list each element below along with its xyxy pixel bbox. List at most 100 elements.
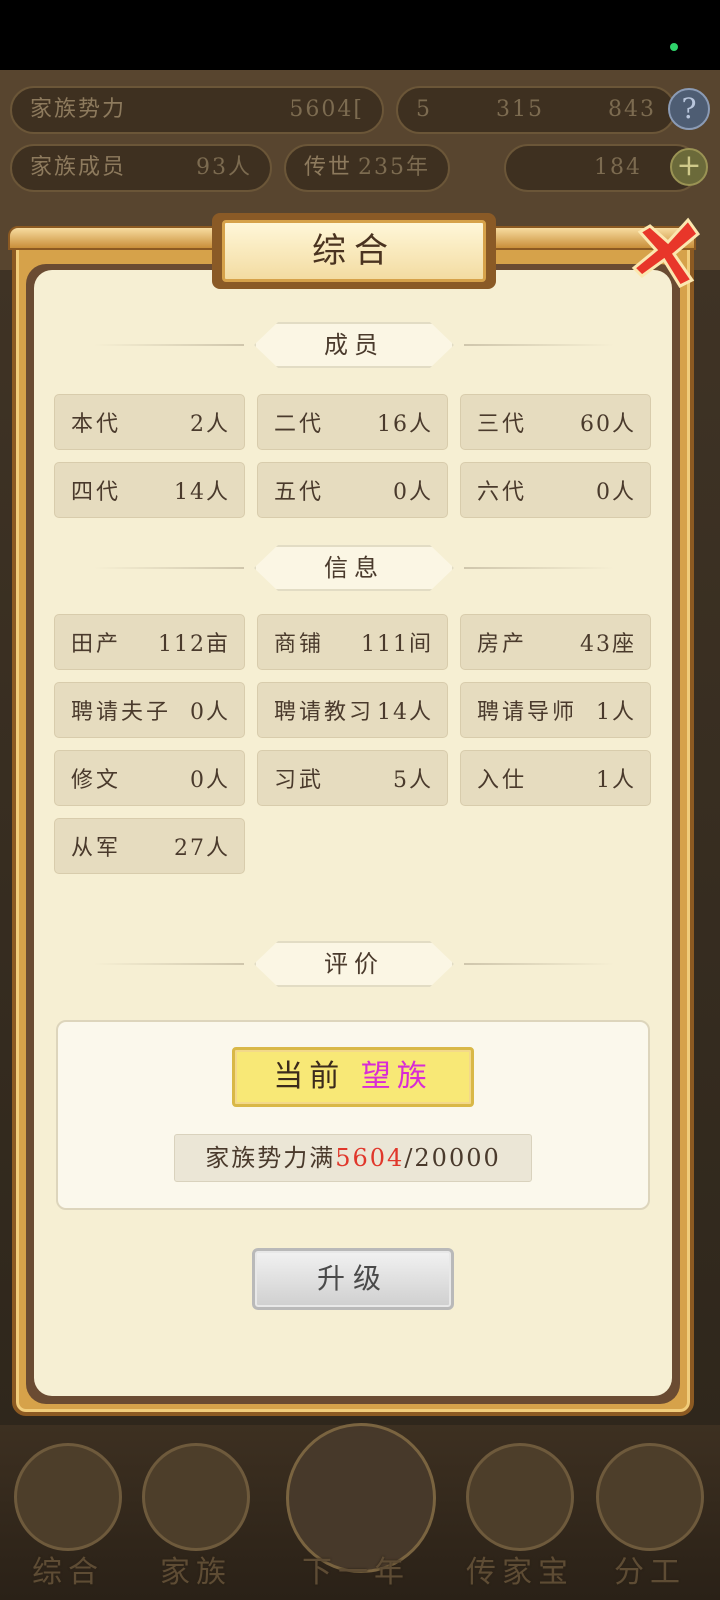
bg-currency: 5 315 843: [396, 86, 676, 134]
stat-label: 五代: [274, 480, 325, 505]
info-stat: 田产 112亩: [54, 614, 245, 670]
question-icon[interactable]: ?: [668, 88, 710, 130]
stat-value: 27人: [174, 836, 230, 861]
notification-dot-icon: [670, 43, 678, 51]
section-header-evaluation: 评价: [94, 941, 614, 987]
nav-item-heirloom[interactable]: 传家宝: [460, 1443, 580, 1593]
info-stat: 商铺 111间: [257, 614, 448, 670]
dialog-wing-left: [8, 226, 228, 250]
info-stat: 聘请教习 14人: [257, 682, 448, 738]
info-stat: 入仕 1人: [460, 750, 651, 806]
stat-value: 14人: [377, 700, 433, 725]
nav-item-overview[interactable]: 综合: [8, 1443, 128, 1593]
info-stat: 聘请夫子 0人: [54, 682, 245, 738]
bg-members-stat: 家族成员 93人: [10, 144, 272, 192]
stat-value: 111间: [361, 632, 433, 657]
section-header-members: 成员: [94, 322, 614, 368]
info-stat: 习武 5人: [257, 750, 448, 806]
bg-years-label: 传世: [304, 155, 353, 180]
stat-label: 聘请导师: [477, 700, 578, 725]
info-stat: 修文 0人: [54, 750, 245, 806]
plus-icon[interactable]: +: [670, 148, 708, 186]
stat-value: 0人: [190, 700, 230, 725]
bg-power-value: 5604[: [289, 97, 364, 122]
stat-label: 三代: [477, 412, 528, 437]
current-rank-label: 当前: [273, 1059, 346, 1094]
divider-line: [464, 567, 614, 569]
person-icon: [596, 1443, 704, 1551]
stat-label: 田产: [71, 632, 122, 657]
stat-label: 商铺: [274, 632, 325, 657]
power-label: 家族势力满: [205, 1144, 336, 1172]
stat-label: 聘请教习: [274, 700, 375, 725]
stat-label: 本代: [71, 412, 122, 437]
stat-value: 5人: [393, 768, 433, 793]
divider-line: [94, 567, 244, 569]
member-stat: 五代 0人: [257, 462, 448, 518]
divider-line: [464, 963, 614, 965]
bg-members-label: 家族成员: [30, 155, 127, 180]
bg-years-stat: 传世 235年: [284, 144, 450, 192]
info-stat: 聘请导师 1人: [460, 682, 651, 738]
close-button[interactable]: [628, 214, 704, 290]
divider-line: [94, 344, 244, 346]
stat-label: 聘请夫子: [71, 700, 172, 725]
nav-item-next-year[interactable]: 下一年: [286, 1423, 436, 1593]
stat-label: 四代: [71, 480, 122, 505]
bg-currency-1: 5: [416, 97, 432, 122]
current-rank-name: 望族: [360, 1059, 433, 1094]
info-stat: 房产 43座: [460, 614, 651, 670]
dialog-title: 综合: [222, 220, 486, 282]
close-icon: [631, 217, 701, 288]
stat-value: 1人: [596, 700, 636, 725]
nav-label-next-year: 下一年: [302, 1555, 410, 1590]
house-icon: [142, 1443, 250, 1551]
bg-currency-2: 315: [496, 97, 544, 122]
bottom-nav: 综合 家族 下一年 传家宝 分工: [0, 1423, 720, 1600]
section-title-evaluation: 评价: [254, 941, 454, 987]
bg-members-value: 93人: [196, 155, 252, 180]
bg-years-value: 235年: [358, 155, 430, 180]
stat-label: 习武: [274, 768, 325, 793]
nav-item-family[interactable]: 家族: [136, 1443, 256, 1593]
current-rank-badge: 当前 望族: [232, 1047, 474, 1107]
stat-value: 0人: [190, 768, 230, 793]
stat-value: 0人: [596, 480, 636, 505]
member-stat: 四代 14人: [54, 462, 245, 518]
member-stat: 六代 0人: [460, 462, 651, 518]
stat-label: 入仕: [477, 768, 528, 793]
scroll-icon: [14, 1443, 122, 1551]
power-progress: 家族势力满5604/20000: [174, 1134, 532, 1182]
stat-label: 修文: [71, 768, 122, 793]
member-stat: 三代 60人: [460, 394, 651, 450]
upgrade-button[interactable]: 升级: [252, 1248, 454, 1310]
divider-line: [464, 344, 614, 346]
nav-label-overview: 综合: [32, 1555, 104, 1590]
divider-line: [94, 963, 244, 965]
stat-value: 43座: [580, 632, 636, 657]
section-header-info: 信息: [94, 545, 614, 591]
jade-icon: [466, 1443, 574, 1551]
stat-value: 2人: [190, 412, 230, 437]
status-bar: [0, 0, 720, 70]
bg-gold-value: 184: [594, 155, 642, 180]
member-stat: 本代 2人: [54, 394, 245, 450]
stat-value: 16人: [377, 412, 433, 437]
stat-label: 房产: [477, 632, 528, 657]
stat-label: 二代: [274, 412, 325, 437]
nav-item-work[interactable]: 分工: [590, 1443, 710, 1593]
stat-value: 0人: [393, 480, 433, 505]
nav-label-family: 家族: [160, 1555, 232, 1590]
member-stat: 二代 16人: [257, 394, 448, 450]
stat-label: 从军: [71, 836, 122, 861]
stat-value: 1人: [596, 768, 636, 793]
power-current: 5604: [335, 1144, 405, 1172]
stat-label: 六代: [477, 480, 528, 505]
stat-value: 60人: [580, 412, 636, 437]
stat-value: 112亩: [158, 632, 230, 657]
info-stat: 从军 27人: [54, 818, 245, 874]
stat-value: 14人: [174, 480, 230, 505]
bg-power-label: 家族势力: [30, 97, 127, 122]
bg-power-stat: 家族势力 5604[: [10, 86, 384, 134]
section-title-info: 信息: [254, 545, 454, 591]
